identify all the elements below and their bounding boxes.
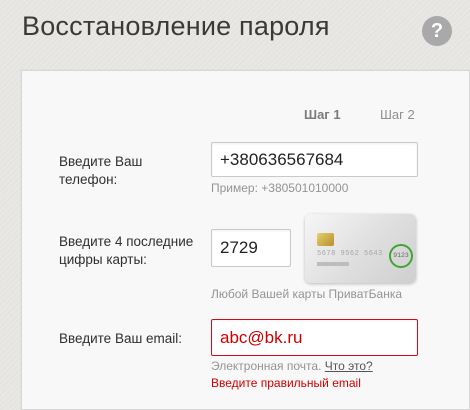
step-1-label: Шаг 1	[304, 107, 341, 122]
card-last-digits-ring: 9123	[389, 244, 413, 268]
card-number-decoration: 5678 9562 5643	[317, 250, 383, 258]
email-hint: Электронная почта. Что это?	[211, 359, 373, 373]
email-input[interactable]	[211, 319, 418, 356]
card-chip-icon	[317, 233, 334, 246]
what-is-this-link[interactable]: Что это?	[325, 359, 373, 373]
email-label: Введите Ваш email:	[59, 331, 183, 346]
bank-card-icon: 5678 9562 5643 9123	[305, 214, 416, 283]
step-2-label: Шаг 2	[380, 107, 415, 122]
email-hint-text: Электронная почта.	[211, 359, 322, 373]
help-icon[interactable]: ?	[422, 16, 452, 46]
card-digits-label: Введите 4 последние цифры карты:	[59, 234, 194, 267]
phone-input[interactable]	[211, 142, 418, 177]
page-title: Восстановление пароля	[22, 11, 330, 41]
card-line-decoration	[317, 262, 349, 266]
card-hint: Любой Вашей карты ПриватБанка	[211, 287, 403, 301]
email-error-message: Введите правильный email	[211, 376, 361, 390]
phone-label: Введите Ваш телефон:	[59, 154, 143, 187]
card-digits-input[interactable]	[211, 229, 291, 267]
phone-hint: Пример: +380501010000	[211, 181, 349, 195]
